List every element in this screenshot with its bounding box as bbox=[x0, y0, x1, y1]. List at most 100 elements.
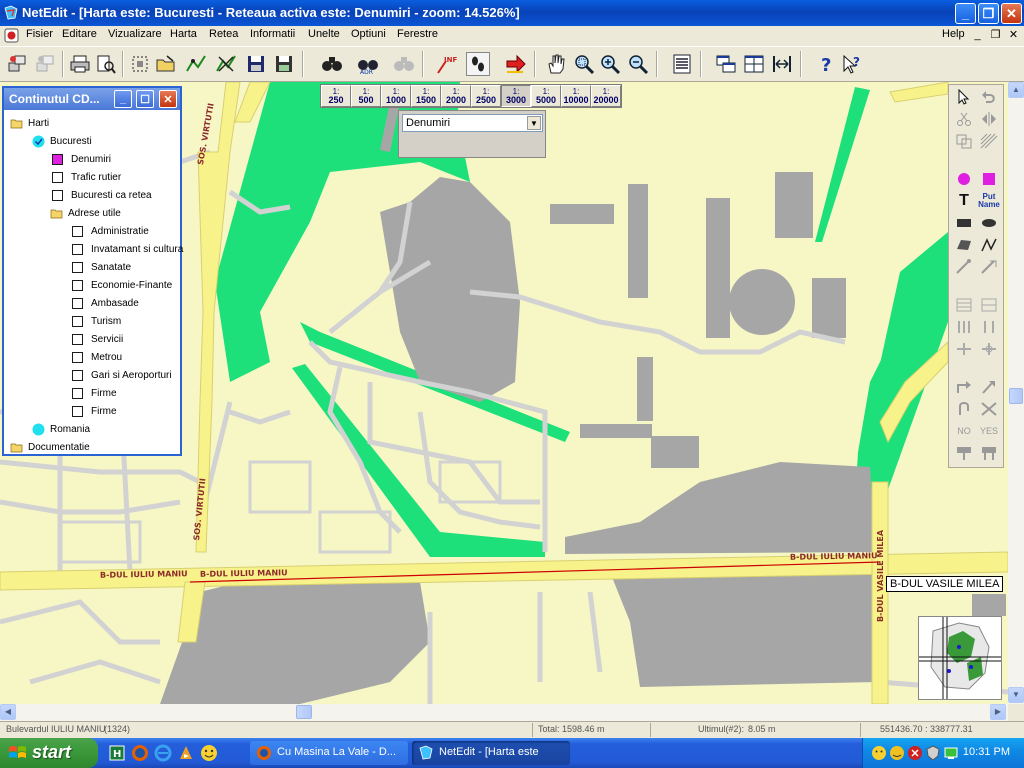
vertical-scrollbar[interactable]: ▲ ▼ bbox=[1008, 82, 1024, 704]
sign-tool-1[interactable] bbox=[952, 443, 976, 463]
print-button[interactable] bbox=[68, 52, 92, 76]
checkbox-icon[interactable] bbox=[72, 297, 83, 309]
rectangle-tool[interactable] bbox=[952, 213, 976, 233]
route-cross-button[interactable] bbox=[214, 52, 238, 76]
text-tool[interactable]: T bbox=[952, 191, 976, 211]
checkbox-icon[interactable] bbox=[52, 189, 63, 201]
taskbar-item-browser[interactable]: Cu Masina La Vale - D... bbox=[250, 741, 408, 765]
turn-tool-4[interactable] bbox=[977, 399, 1001, 419]
open-folder-button[interactable] bbox=[154, 52, 178, 76]
turn-tool-3[interactable] bbox=[952, 399, 976, 419]
context-help-button[interactable]: ? bbox=[840, 52, 864, 76]
network-tray-icon[interactable] bbox=[943, 745, 959, 761]
network-tool-3[interactable] bbox=[952, 317, 976, 337]
edit-line-tool[interactable] bbox=[977, 257, 1001, 277]
tree-item-turism[interactable]: Turism bbox=[72, 313, 121, 329]
tree-item-administratie[interactable]: Administratie bbox=[72, 223, 149, 239]
route-button[interactable] bbox=[184, 52, 208, 76]
menu-harta[interactable]: Harta bbox=[170, 28, 197, 40]
menu-vizualizare[interactable]: Vizualizare bbox=[108, 28, 162, 40]
help-button[interactable]: ? bbox=[814, 52, 838, 76]
tree-item-trafic-rutier[interactable]: Trafic rutier bbox=[52, 169, 121, 185]
tree-item-bucuresti-ca-retea[interactable]: Bucuresti ca retea bbox=[52, 187, 152, 203]
tree-item-documentatie[interactable]: Documentatie bbox=[10, 439, 90, 455]
menu-help[interactable]: Help bbox=[942, 28, 965, 40]
network-tool-2[interactable] bbox=[977, 295, 1001, 315]
checkbox-icon[interactable] bbox=[72, 351, 83, 363]
cascade-windows-button[interactable] bbox=[714, 52, 738, 76]
panel-minimize-button[interactable]: _ bbox=[114, 90, 132, 108]
horizontal-scroll-thumb[interactable] bbox=[296, 705, 312, 719]
checkbox-icon[interactable] bbox=[72, 225, 83, 237]
chevron-down-icon[interactable]: ▼ bbox=[527, 116, 541, 130]
tree-item-firme-2[interactable]: Firme bbox=[72, 403, 117, 419]
overview-minimap[interactable] bbox=[918, 616, 1002, 700]
find-disabled-button[interactable] bbox=[392, 52, 416, 76]
layers-disabled-button[interactable] bbox=[34, 52, 58, 76]
start-button[interactable]: start bbox=[0, 738, 98, 768]
scale-1500-button[interactable]: 1: 1500 bbox=[411, 85, 441, 107]
tree-item-firme[interactable]: Firme bbox=[72, 385, 117, 401]
select-region-button[interactable] bbox=[128, 52, 152, 76]
go-button[interactable] bbox=[504, 52, 528, 76]
scale-250-button[interactable]: 1: 250 bbox=[321, 85, 351, 107]
menu-fisier[interactable]: Fisier bbox=[26, 28, 53, 40]
taskbar-item-netedit[interactable]: NetEdit - [Harta este bbox=[412, 741, 570, 765]
menu-ferestre[interactable]: Ferestre bbox=[397, 28, 438, 40]
network-tool-4[interactable] bbox=[977, 317, 1001, 337]
security-tray-icon[interactable] bbox=[925, 745, 941, 761]
quicklaunch-media-icon[interactable] bbox=[177, 744, 195, 762]
edit-node-tool[interactable] bbox=[952, 257, 976, 277]
restore-button[interactable]: ❐ bbox=[978, 3, 999, 24]
tree-item-sanatate[interactable]: Sanatate bbox=[72, 259, 131, 275]
print-preview-button[interactable] bbox=[94, 52, 118, 76]
select-arrow-tool[interactable] bbox=[952, 87, 976, 107]
flip-tool[interactable] bbox=[977, 109, 1001, 129]
horizontal-scrollbar[interactable]: ◀ ▶ bbox=[0, 704, 1008, 721]
scale-500-button[interactable]: 1: 500 bbox=[351, 85, 381, 107]
antivirus-tray-icon[interactable] bbox=[907, 745, 923, 761]
network-tool-1[interactable] bbox=[952, 295, 976, 315]
save-as-button[interactable] bbox=[272, 52, 296, 76]
network-tool-6[interactable] bbox=[977, 339, 1001, 359]
tree-item-metrou[interactable]: Metrou bbox=[72, 349, 122, 365]
tree-item-servicii[interactable]: Servicii bbox=[72, 331, 123, 347]
pan-button[interactable] bbox=[544, 52, 568, 76]
zoom-window-button[interactable] bbox=[572, 52, 596, 76]
vertical-scroll-thumb[interactable] bbox=[1009, 388, 1023, 404]
checkbox-icon[interactable] bbox=[72, 261, 83, 273]
menu-unelte[interactable]: Unelte bbox=[308, 28, 340, 40]
tree-item-gari-aeroporturi[interactable]: Gari si Aeroporturi bbox=[72, 367, 172, 383]
tile-windows-button[interactable] bbox=[742, 52, 766, 76]
calculator-button[interactable] bbox=[670, 52, 694, 76]
layer-select[interactable]: Denumiri ▼ bbox=[402, 114, 543, 132]
panel-title-bar[interactable]: Continutul CD... _ ☐ ✕ bbox=[4, 88, 180, 110]
polyline-tool[interactable] bbox=[977, 235, 1001, 255]
checkbox-icon[interactable] bbox=[72, 279, 83, 291]
quicklaunch-firefox-icon[interactable] bbox=[131, 744, 149, 762]
minimize-button[interactable]: _ bbox=[955, 3, 976, 24]
menu-retea[interactable]: Retea bbox=[209, 28, 238, 40]
find-button[interactable] bbox=[320, 52, 344, 76]
turn-tool-2[interactable] bbox=[977, 377, 1001, 397]
tree-item-invatamant[interactable]: Invatamant si cultura bbox=[72, 241, 183, 257]
scroll-left-button[interactable]: ◀ bbox=[0, 704, 16, 720]
quicklaunch-netedit-icon[interactable]: H bbox=[108, 744, 126, 762]
copy-tool[interactable] bbox=[952, 131, 976, 151]
tree-item-denumiri[interactable]: Denumiri bbox=[52, 151, 111, 167]
scale-2500-button[interactable]: 1: 2500 bbox=[471, 85, 501, 107]
poi-square-tool[interactable] bbox=[977, 169, 1001, 189]
checkbox-icon[interactable] bbox=[72, 369, 83, 381]
scale-20000-button[interactable]: 1: 20000 bbox=[591, 85, 621, 107]
undo-tool[interactable] bbox=[977, 87, 1001, 107]
mdi-restore-button[interactable]: ❐ bbox=[988, 28, 1003, 42]
document-icon[interactable] bbox=[4, 28, 19, 43]
cut-tool[interactable] bbox=[952, 109, 976, 129]
mdi-close-button[interactable]: ✕ bbox=[1006, 28, 1021, 42]
tree-item-adrese-utile[interactable]: Adrese utile bbox=[50, 205, 121, 221]
poi-tool[interactable] bbox=[952, 169, 976, 189]
save-button[interactable] bbox=[244, 52, 268, 76]
fit-width-button[interactable] bbox=[770, 52, 794, 76]
zoom-in-button[interactable] bbox=[598, 52, 622, 76]
checkbox-icon[interactable] bbox=[72, 315, 83, 327]
